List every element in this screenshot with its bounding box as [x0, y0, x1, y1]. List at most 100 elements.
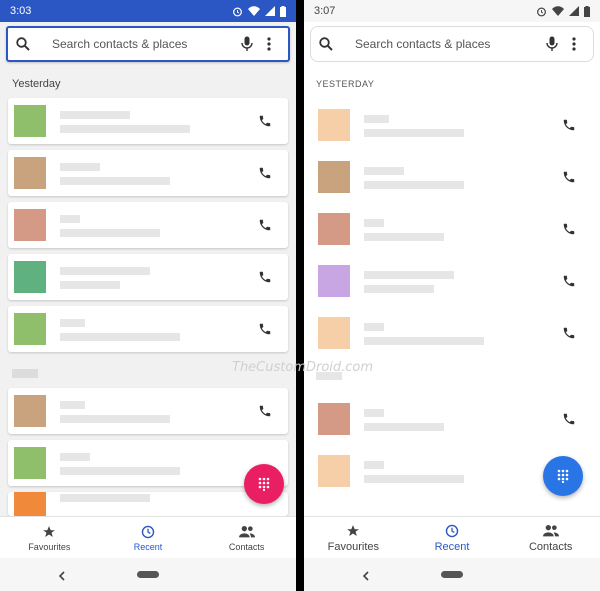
more-options-icon[interactable]	[258, 37, 280, 51]
contact-avatar	[318, 213, 350, 245]
status-time: 3:07	[314, 5, 336, 17]
status-icons	[232, 5, 286, 17]
alarm-icon	[537, 7, 546, 16]
call-log-row[interactable]	[312, 258, 592, 304]
search-bar[interactable]: Search contacts & places	[6, 26, 290, 62]
contact-avatar	[318, 109, 350, 141]
bottom-navigation: Favourites Recent Contacts	[0, 516, 296, 559]
alarm-icon	[233, 7, 242, 16]
phone-call-icon[interactable]	[250, 270, 280, 284]
search-input[interactable]: Search contacts & places	[52, 37, 236, 51]
contact-avatar	[14, 492, 46, 516]
search-icon[interactable]	[319, 37, 341, 51]
nav-recent-label: Recent	[133, 541, 163, 552]
clock-icon	[141, 525, 155, 538]
phone-call-icon[interactable]	[250, 166, 280, 180]
contact-details-obscured	[60, 259, 250, 295]
contact-avatar	[14, 395, 46, 427]
wifi-icon	[552, 6, 564, 16]
status-bar: 3:07	[304, 0, 600, 22]
dialpad-icon	[557, 469, 569, 483]
call-log-row[interactable]	[312, 102, 592, 148]
call-log-row[interactable]	[8, 254, 288, 300]
call-log-row[interactable]	[312, 310, 592, 356]
system-navigation-bar	[304, 558, 600, 591]
system-navigation-bar	[0, 558, 296, 591]
back-icon[interactable]	[362, 568, 370, 586]
contact-details-obscured	[60, 207, 250, 243]
mic-icon[interactable]	[541, 36, 563, 52]
people-icon	[542, 524, 559, 536]
back-icon[interactable]	[58, 568, 66, 586]
watermark: TheCustomDroid.com	[232, 360, 374, 375]
phone-call-icon[interactable]	[554, 326, 584, 340]
contact-details-obscured	[60, 311, 250, 347]
left-phone-screen: 3:03 Search contacts & places Yesterday	[0, 0, 296, 591]
contact-details-obscured	[364, 315, 554, 351]
nav-contacts-label: Contacts	[528, 540, 573, 553]
star-icon	[43, 525, 56, 537]
status-time: 3:03	[10, 5, 32, 17]
contact-details-obscured	[60, 445, 250, 481]
nav-recent[interactable]: Recent	[99, 517, 198, 559]
home-pill[interactable]	[441, 571, 463, 578]
status-icons	[536, 5, 590, 17]
call-log-row[interactable]	[8, 98, 288, 144]
contact-avatar	[318, 317, 350, 349]
contact-details-obscured	[364, 159, 554, 195]
clock-icon	[445, 524, 459, 537]
dialpad-button[interactable]	[244, 464, 284, 504]
dialpad-button[interactable]	[543, 456, 583, 496]
dialpad-icon	[258, 477, 270, 491]
nav-recent-label: Recent	[434, 540, 470, 553]
call-log-row[interactable]	[312, 396, 592, 442]
contact-details-obscured	[364, 107, 554, 143]
call-log-row[interactable]	[8, 388, 288, 434]
phone-call-icon[interactable]	[554, 118, 584, 132]
call-log-row[interactable]	[8, 202, 288, 248]
call-log-row[interactable]	[312, 154, 592, 200]
nav-contacts[interactable]: Contacts	[197, 517, 296, 559]
section-label-yesterday: Yesterday	[12, 78, 61, 90]
people-icon	[238, 525, 255, 537]
phone-call-icon[interactable]	[250, 218, 280, 232]
search-bar[interactable]: Search contacts & places	[310, 26, 594, 62]
call-log-row[interactable]	[8, 492, 288, 516]
contact-avatar	[14, 313, 46, 345]
contact-details-obscured	[364, 401, 554, 437]
status-bar: 3:03	[0, 0, 296, 22]
phone-call-icon[interactable]	[250, 114, 280, 128]
battery-icon	[584, 5, 590, 17]
contact-avatar	[14, 105, 46, 137]
signal-icon	[569, 6, 579, 16]
contact-avatar	[14, 157, 46, 189]
contact-details-obscured	[364, 263, 554, 299]
nav-favourites[interactable]: Favourites	[304, 517, 403, 559]
contact-details-obscured	[60, 393, 250, 429]
section-label-yesterday: YESTERDAY	[316, 79, 375, 89]
more-options-icon[interactable]	[563, 37, 585, 51]
nav-favourites[interactable]: Favourites	[0, 517, 99, 559]
phone-call-icon[interactable]	[554, 274, 584, 288]
nav-contacts-label: Contacts	[228, 541, 265, 552]
mic-icon[interactable]	[236, 36, 258, 52]
phone-call-icon[interactable]	[554, 222, 584, 236]
phone-call-icon[interactable]	[250, 404, 280, 418]
signal-icon	[265, 6, 275, 16]
phone-call-icon[interactable]	[554, 412, 584, 426]
call-log-row[interactable]	[8, 150, 288, 196]
call-log-row[interactable]	[8, 306, 288, 352]
nav-contacts[interactable]: Contacts	[501, 517, 600, 559]
wifi-icon	[248, 6, 260, 16]
home-pill[interactable]	[137, 571, 159, 578]
search-icon[interactable]	[16, 37, 38, 51]
call-log-row[interactable]	[312, 206, 592, 252]
contact-avatar	[14, 209, 46, 241]
contact-avatar	[318, 455, 350, 487]
phone-call-icon[interactable]	[554, 170, 584, 184]
search-input[interactable]: Search contacts & places	[355, 37, 541, 51]
phone-call-icon[interactable]	[250, 322, 280, 336]
contact-details-obscured	[364, 211, 554, 247]
nav-recent[interactable]: Recent	[403, 517, 502, 559]
nav-favourites-label: Favourites	[327, 540, 380, 553]
